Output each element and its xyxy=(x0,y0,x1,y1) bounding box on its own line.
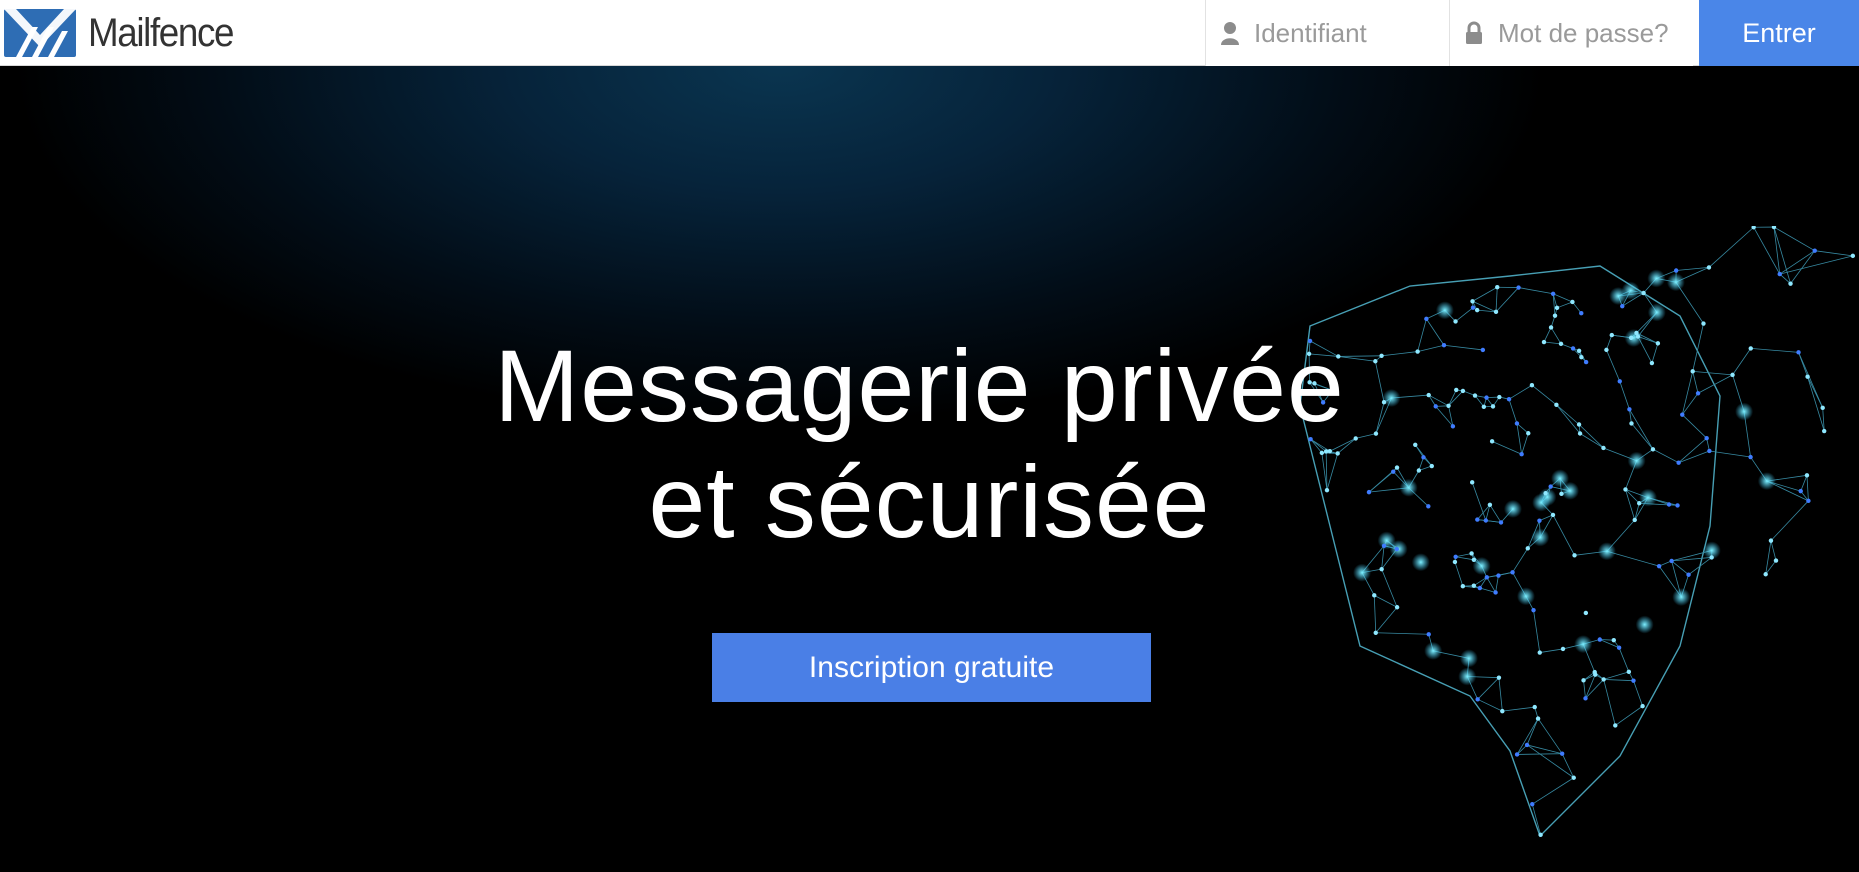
password-field[interactable] xyxy=(1449,0,1693,66)
top-navigation-bar: Mailfence Entrer xyxy=(0,0,1859,66)
hero-headline-line2: et sécurisée xyxy=(648,445,1211,559)
hero-section: Messagerie privée et sécurisée Inscripti… xyxy=(0,66,1859,872)
header-spacer xyxy=(246,0,1205,65)
lock-icon xyxy=(1466,21,1482,44)
hero-headline-line1: Messagerie privée xyxy=(494,329,1345,443)
username-field[interactable] xyxy=(1205,0,1449,66)
free-signup-button[interactable]: Inscription gratuite xyxy=(712,633,1151,702)
password-input[interactable] xyxy=(1498,17,1688,49)
login-button[interactable]: Entrer xyxy=(1699,0,1859,66)
mailfence-logo-icon xyxy=(4,9,76,57)
username-input[interactable] xyxy=(1254,17,1444,49)
brand-logo[interactable]: Mailfence xyxy=(0,0,246,66)
brand-name: Mailfence xyxy=(88,10,234,55)
user-icon xyxy=(1221,22,1239,45)
